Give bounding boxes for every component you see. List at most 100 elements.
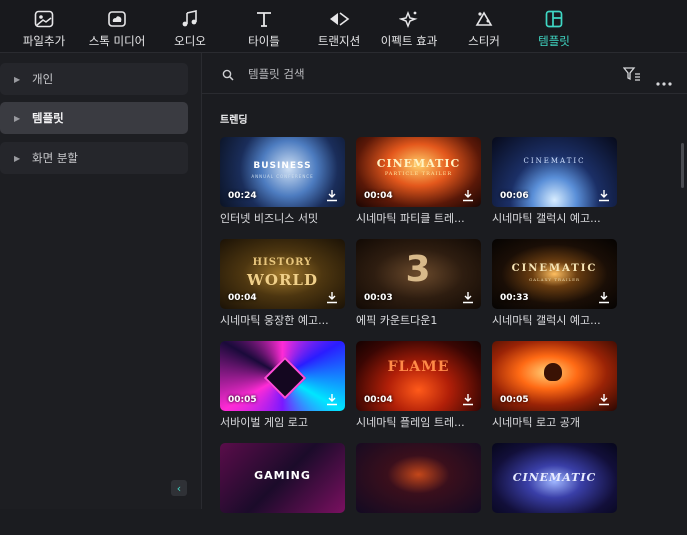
template-thumbnail: CINEMATIC 00:06 — [492, 137, 617, 207]
collapse-sidebar-button[interactable]: ‹ — [171, 480, 187, 496]
sidebar-item-split-screen[interactable]: ▶ 화면 분할 — [0, 142, 188, 174]
template-name: 시네마틱 파티클 트레... — [356, 212, 465, 225]
tab-label: 이펙트 효과 — [380, 34, 438, 48]
duration-label: 00:05 — [228, 395, 257, 405]
tab-titles[interactable]: 타이틀 — [242, 0, 286, 52]
chevron-right-icon: ▶ — [14, 113, 21, 123]
template-card[interactable]: CINEMATIC PARTICLE TRAILER 00:04 시네마틱 파티… — [356, 137, 481, 229]
template-card[interactable]: 00:05 서바이벌 게임 로고 — [220, 341, 345, 433]
tab-label: 스티커 — [468, 34, 500, 48]
duration-label: 00:04 — [228, 293, 257, 303]
text-icon — [255, 8, 273, 30]
template-name: 시네마틱 갤럭시 예고... — [492, 314, 601, 327]
duration-label: 00:33 — [500, 293, 529, 303]
download-icon[interactable] — [462, 289, 474, 308]
tab-audio[interactable]: 오디오 — [168, 0, 212, 52]
thumbnail-subtitle: GALAXY TRAILER — [528, 277, 581, 282]
template-card[interactable]: CINEMATIC GALAXY TRAILER 00:33 시네마틱 갤럭시 … — [492, 239, 617, 331]
tab-stock-media[interactable]: 스톡 미디어 — [84, 0, 150, 52]
download-icon[interactable] — [462, 187, 474, 206]
thumbnail-title: CINEMATIC — [511, 263, 598, 274]
tab-label: 템플릿 — [538, 34, 570, 48]
tab-label: 파일추가 — [22, 34, 66, 48]
download-icon[interactable] — [462, 391, 474, 410]
template-thumbnail: CINEMATIC GALAXY TRAILER 00:33 — [492, 239, 617, 309]
template-thumbnail: 00:05 — [220, 341, 345, 411]
tab-transition[interactable]: 트랜지션 — [310, 0, 368, 52]
duration-label: 00:24 — [228, 191, 257, 201]
music-icon — [181, 8, 199, 30]
thumbnail-title: GAMING — [254, 469, 311, 482]
download-icon[interactable] — [326, 289, 338, 308]
thumbnail-subtitle: ANNUAL CONFERENCE — [251, 174, 314, 179]
template-thumbnail: 3 00:03 — [356, 239, 481, 309]
thumbnail-title: 3 — [405, 249, 432, 290]
template-name: 시네마틱 갤럭시 예고... — [492, 212, 601, 225]
section-title: 트렌딩 — [220, 115, 248, 126]
chevron-right-icon: ▶ — [14, 74, 21, 84]
template-name: 시네마틱 플레임 트레... — [356, 416, 465, 429]
template-name: 에픽 카운트다운1 — [356, 314, 438, 327]
tab-media[interactable]: 파일추가 — [18, 0, 70, 52]
sidebar-item-label: 개인 — [32, 72, 54, 86]
tab-effects[interactable]: 이펙트 효과 — [376, 0, 442, 52]
template-card[interactable]: CINEMATIC — [492, 443, 617, 535]
template-name: 서바이벌 게임 로고 — [220, 416, 308, 429]
thumbnail-title: HISTORY — [252, 257, 313, 268]
phoenix-logo — [544, 363, 562, 381]
thumbnail-title: FLAME — [387, 359, 450, 375]
search-bar — [202, 53, 687, 94]
template-card[interactable]: BUSINESS ANNUAL CONFERENCE 00:24 인터넷 비즈니… — [220, 137, 345, 229]
template-thumbnail — [356, 443, 481, 513]
template-card[interactable] — [356, 443, 481, 535]
template-thumbnail: 00:05 — [492, 341, 617, 411]
template-name: 시네마틱 웅장한 예고... — [220, 314, 329, 327]
scrollbar-thumb[interactable] — [681, 143, 684, 188]
tab-stickers[interactable]: 스티커 — [462, 0, 506, 52]
download-icon[interactable] — [598, 187, 610, 206]
chevron-right-icon: ▶ — [14, 153, 21, 163]
template-thumbnail: BUSINESS ANNUAL CONFERENCE 00:24 — [220, 137, 345, 207]
transition-icon — [328, 8, 350, 30]
tab-label: 트랜지션 — [317, 34, 361, 48]
template-card[interactable]: HISTORY WORLD 00:04 시네마틱 웅장한 예고... — [220, 239, 345, 331]
more-options-icon[interactable] — [656, 71, 672, 90]
tab-templates[interactable]: 템플릿 — [532, 0, 576, 52]
search-input[interactable] — [246, 63, 580, 85]
sidebar: ▶ 개인 ▶ 템플릿 ▶ 화면 분할 ‹ — [0, 53, 202, 509]
download-icon[interactable] — [598, 391, 610, 410]
tab-label: 타이틀 — [248, 34, 280, 48]
effects-icon — [399, 8, 419, 30]
template-thumbnail: GAMING — [220, 443, 345, 513]
template-card[interactable]: 3 00:03 에픽 카운트다운1 — [356, 239, 481, 331]
filter-icon[interactable] — [622, 66, 641, 85]
thumbnail-title: BUSINESS — [253, 161, 312, 171]
template-thumbnail: CINEMATIC — [492, 443, 617, 513]
sidebar-item-label: 템플릿 — [32, 111, 64, 125]
template-card[interactable]: GAMING — [220, 443, 345, 535]
tab-label: 스톡 미디어 — [88, 34, 146, 48]
download-icon[interactable] — [326, 391, 338, 410]
duration-label: 00:04 — [364, 395, 393, 405]
skull-logo — [263, 356, 307, 400]
template-card[interactable]: 00:05 시네마틱 로고 공개 — [492, 341, 617, 433]
thumbnail-subtitle: WORLD — [247, 271, 318, 289]
template-thumbnail: HISTORY WORLD 00:04 — [220, 239, 345, 309]
sidebar-item-personal[interactable]: ▶ 개인 — [0, 63, 188, 95]
template-name: 인터넷 비즈니스 서밋 — [220, 212, 319, 225]
thumbnail-title: CINEMATIC — [512, 471, 597, 484]
sidebar-item-templates[interactable]: ▶ 템플릿 — [0, 102, 188, 134]
chevron-left-icon: ‹ — [176, 481, 182, 495]
duration-label: 00:03 — [364, 293, 393, 303]
thumbnail-title: CINEMATIC — [523, 157, 586, 165]
download-icon[interactable] — [598, 289, 610, 308]
template-card[interactable]: CINEMATIC 00:06 시네마틱 갤럭시 예고... — [492, 137, 617, 229]
template-card[interactable]: FLAME 00:04 시네마틱 플레임 트레... — [356, 341, 481, 433]
thumbnail-subtitle: PARTICLE TRAILER — [384, 171, 453, 177]
template-thumbnail: CINEMATIC PARTICLE TRAILER 00:04 — [356, 137, 481, 207]
duration-label: 00:06 — [500, 191, 529, 201]
main-panel: 트렌딩 BUSINESS ANNUAL CONFERENCE 00:24 인터넷… — [202, 53, 687, 513]
duration-label: 00:05 — [500, 395, 529, 405]
download-icon[interactable] — [326, 187, 338, 206]
tab-label: 오디오 — [174, 34, 206, 48]
